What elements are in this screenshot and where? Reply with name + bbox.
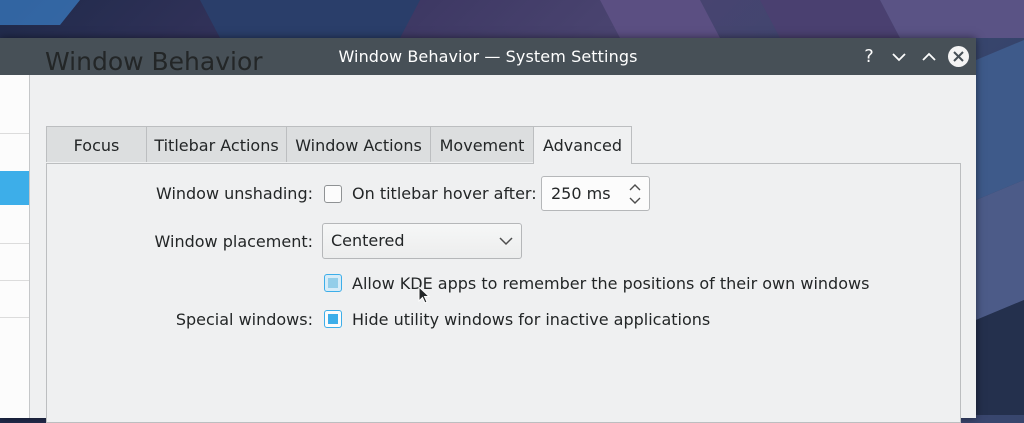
sidebar-divider [0, 243, 29, 244]
tab-movement[interactable]: Movement [430, 126, 534, 162]
chevron-up-icon [922, 52, 936, 61]
spin-up-icon[interactable] [628, 181, 642, 193]
sidebar-divider [0, 317, 29, 318]
checkbox-fill [328, 314, 338, 324]
special-windows-label: Special windows: [175, 310, 313, 329]
sidebar-divider [0, 133, 29, 134]
remember-positions-checkbox[interactable] [324, 274, 342, 292]
sidebar-divider [0, 280, 29, 281]
tab-titlebar-actions[interactable]: Titlebar Actions [146, 126, 287, 162]
checkbox-fill [328, 278, 338, 288]
chevron-down-icon [499, 237, 513, 246]
spin-down-icon[interactable] [628, 195, 642, 207]
tab-focus[interactable]: Focus [46, 126, 147, 162]
window-unshading-label: Window unshading: [155, 184, 313, 203]
help-button[interactable]: ? [858, 46, 880, 68]
mouse-cursor-icon [418, 286, 431, 304]
category-sidebar[interactable] [0, 75, 30, 418]
minimize-button[interactable] [888, 46, 910, 68]
sidebar-item-selected[interactable] [0, 171, 29, 205]
tab-window-actions[interactable]: Window Actions [286, 126, 431, 162]
close-button[interactable] [948, 46, 969, 67]
maximize-button[interactable] [918, 46, 940, 68]
window-placement-select[interactable]: Centered [322, 223, 522, 259]
chevron-down-icon [892, 53, 906, 62]
tab-advanced[interactable]: Advanced [533, 126, 632, 164]
page-title: Window Behavior [45, 47, 263, 76]
window-placement-label: Window placement: [154, 232, 313, 251]
close-icon [953, 51, 964, 62]
hide-utility-label[interactable]: Hide utility windows for inactive applic… [352, 310, 710, 329]
hide-utility-checkbox[interactable] [324, 310, 342, 328]
titlebar-hover-label[interactable]: On titlebar hover after: [352, 184, 537, 203]
unshading-delay-spinbox[interactable]: 250 ms [541, 176, 650, 211]
placement-selected-value: Centered [331, 231, 405, 250]
titlebar-hover-checkbox[interactable] [324, 185, 342, 203]
spinbox-value: 250 ms [551, 184, 611, 203]
